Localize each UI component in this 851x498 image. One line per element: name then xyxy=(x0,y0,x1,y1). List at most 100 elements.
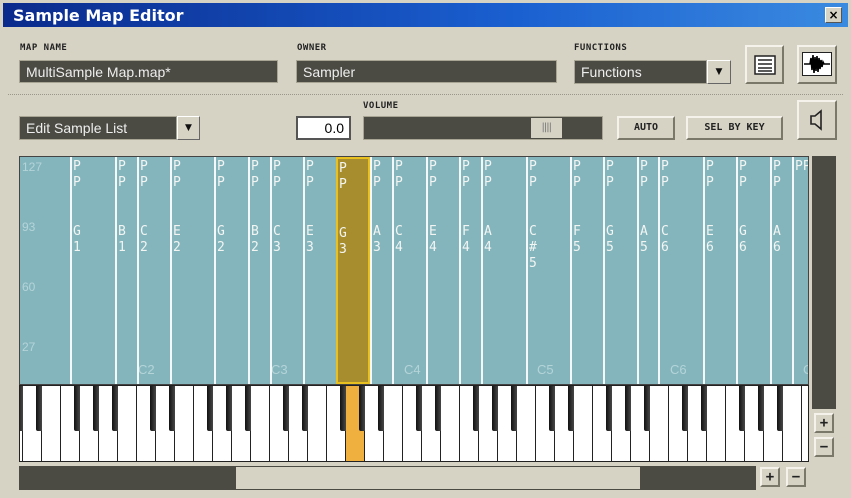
zone-top-label: PP xyxy=(429,159,437,190)
sample-zone[interactable]: PP A5 xyxy=(637,157,658,384)
zone-top-label: PP xyxy=(484,159,492,190)
white-key[interactable] xyxy=(574,386,592,461)
zone-root-note: E2 xyxy=(173,224,181,255)
zone-root-note: E4 xyxy=(429,224,437,255)
sample-zone[interactable]: PP C6 xyxy=(658,157,703,384)
volume-value-input[interactable]: 0.0 xyxy=(296,116,351,140)
owner-field[interactable]: Sampler xyxy=(296,60,557,83)
functions-dropdown[interactable]: Functions ▼ xyxy=(574,60,731,84)
sample-zone[interactable] xyxy=(20,157,70,384)
auto-button[interactable]: AUTO xyxy=(617,116,675,140)
white-key[interactable] xyxy=(251,386,269,461)
white-key[interactable] xyxy=(384,386,402,461)
waveform-button[interactable] xyxy=(797,45,837,84)
sample-zone[interactable]: PP A4 xyxy=(481,157,526,384)
sample-zone[interactable]: PP E3 xyxy=(303,157,336,384)
zone-top-label: PP xyxy=(273,159,281,190)
zone-top-label: PP xyxy=(462,159,470,190)
white-key[interactable] xyxy=(517,386,535,461)
divider xyxy=(8,94,843,95)
white-key[interactable] xyxy=(441,386,459,461)
zoom-in-vertical-button[interactable]: + xyxy=(814,413,834,433)
zone-root-note: G2 xyxy=(217,224,225,255)
preview-button[interactable] xyxy=(797,100,837,140)
zoom-out-vertical-button[interactable]: − xyxy=(814,437,834,457)
white-key[interactable] xyxy=(783,386,801,461)
zone-top-label: PP xyxy=(251,159,259,190)
zone-top-label: PP xyxy=(339,161,347,192)
zone-top-label: PP xyxy=(306,159,314,190)
sample-zone[interactable]: PP xyxy=(792,157,808,384)
sample-zone[interactable]: PP G2 xyxy=(214,157,248,384)
zone-top-label: PP xyxy=(573,159,581,190)
sample-zone[interactable]: PP B1 xyxy=(115,157,137,384)
zone-root-note: F4 xyxy=(462,224,470,255)
sel-by-key-button[interactable]: SEL BY KEY xyxy=(686,116,783,140)
zone-top-label: PP xyxy=(118,159,126,190)
horizontal-scrollbar[interactable] xyxy=(19,466,756,490)
sample-zone[interactable]: PP E4 xyxy=(426,157,459,384)
zone-top-label: PP xyxy=(173,159,181,190)
zone-top-label: PP xyxy=(795,159,808,174)
sample-zone[interactable]: PP G1 xyxy=(70,157,115,384)
zone-root-note: C#5 xyxy=(529,224,537,271)
map-name-field[interactable]: MultiSample Map.map* xyxy=(19,60,278,83)
vertical-scrollbar[interactable] xyxy=(812,156,836,409)
sample-zone[interactable]: PP C3 xyxy=(270,157,303,384)
sample-zone[interactable]: PP G5 xyxy=(603,157,637,384)
sample-list-button[interactable] xyxy=(745,45,784,84)
zone-top-label: PP xyxy=(373,159,381,190)
zone-root-note: C6 xyxy=(661,224,669,255)
zone-top-label: PP xyxy=(140,159,148,190)
sample-zone[interactable]: PP E6 xyxy=(703,157,736,384)
zoom-out-horizontal-button[interactable]: − xyxy=(786,467,806,487)
volume-label: VOLUME xyxy=(363,101,399,111)
sample-zone[interactable]: PP G3 xyxy=(336,157,370,384)
sample-zone[interactable]: PP C#5 xyxy=(526,157,570,384)
zone-root-note: C2 xyxy=(140,224,148,255)
zone-root-note: C3 xyxy=(273,224,281,255)
white-key[interactable] xyxy=(175,386,193,461)
zone-top-label: PP xyxy=(217,159,225,190)
zone-root-note: E6 xyxy=(706,224,714,255)
functions-value: Functions xyxy=(574,60,707,84)
edit-mode-dropdown[interactable]: Edit Sample List ▼ xyxy=(19,116,200,140)
volume-slider-thumb[interactable]: |||| xyxy=(530,118,562,138)
zone-top-label: PP xyxy=(606,159,614,190)
white-key[interactable] xyxy=(118,386,136,461)
zone-root-note: B1 xyxy=(118,224,126,255)
title-bar: Sample Map Editor × xyxy=(3,3,848,27)
zone-top-label: PP xyxy=(73,159,81,190)
white-key[interactable] xyxy=(42,386,60,461)
sample-zone[interactable]: PP A3 xyxy=(370,157,392,384)
horizontal-scrollbar-thumb[interactable] xyxy=(236,467,640,489)
zone-top-label: PP xyxy=(395,159,403,190)
sample-zone[interactable]: PP A6 xyxy=(770,157,792,384)
sample-zone[interactable]: PP F5 xyxy=(570,157,603,384)
sample-zone[interactable]: PP F4 xyxy=(459,157,481,384)
white-key[interactable] xyxy=(802,386,808,461)
white-key[interactable] xyxy=(707,386,725,461)
sample-zone[interactable]: PP C2 xyxy=(137,157,170,384)
white-key[interactable] xyxy=(650,386,668,461)
zone-root-note: B2 xyxy=(251,224,259,255)
close-button[interactable]: × xyxy=(825,7,842,23)
sample-zone[interactable]: PP B2 xyxy=(248,157,270,384)
zone-root-note: C4 xyxy=(395,224,403,255)
sample-zone[interactable]: PP E2 xyxy=(170,157,214,384)
zone-root-note: G3 xyxy=(339,226,347,257)
zone-root-note: A6 xyxy=(773,224,781,255)
window-title: Sample Map Editor xyxy=(13,6,184,25)
zoom-in-horizontal-button[interactable]: + xyxy=(760,467,780,487)
volume-slider[interactable]: |||| xyxy=(363,116,603,140)
zone-root-note: G6 xyxy=(739,224,747,255)
white-key[interactable] xyxy=(308,386,326,461)
sample-zone-map[interactable]: 127936027C2C3C4C5C6CPPG1PPB1PPC2PPE2PPG2… xyxy=(19,156,809,385)
sample-zone[interactable]: PP C4 xyxy=(392,157,426,384)
speaker-icon xyxy=(810,109,822,131)
zone-root-note: E3 xyxy=(306,224,314,255)
sample-zone[interactable]: PP G6 xyxy=(736,157,770,384)
piano-keyboard[interactable] xyxy=(19,385,809,462)
zone-root-note: A4 xyxy=(484,224,492,255)
zone-top-label: PP xyxy=(739,159,747,190)
